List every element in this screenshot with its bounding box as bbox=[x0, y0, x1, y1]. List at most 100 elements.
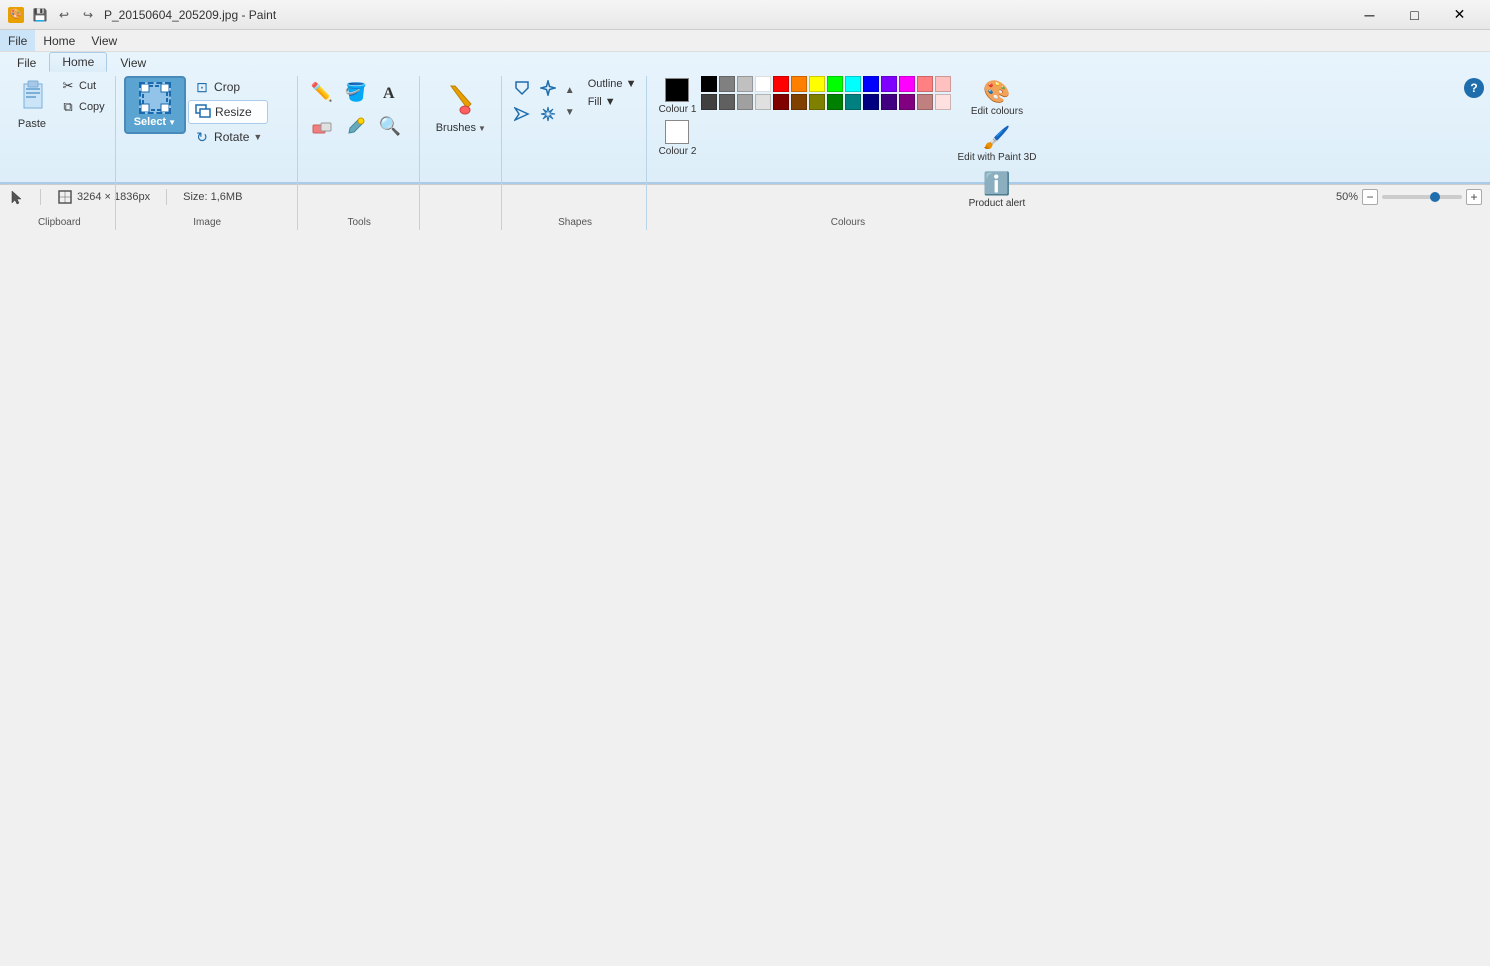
palette-maroon[interactable] bbox=[773, 94, 789, 110]
palette-dustyrose[interactable] bbox=[917, 94, 933, 110]
rotate-button[interactable]: ↻ Rotate ▼ bbox=[188, 126, 268, 148]
palette-magenta[interactable] bbox=[899, 76, 915, 92]
zoom-slider[interactable] bbox=[1382, 195, 1462, 199]
copy-icon: ⧉ bbox=[60, 99, 76, 115]
menu-file[interactable]: File bbox=[0, 30, 35, 51]
palette-black[interactable] bbox=[701, 76, 717, 92]
edit-paint3d-label: Edit with Paint 3D bbox=[957, 152, 1036, 163]
ribbon-content: Paste ✂ Cut ⧉ Copy Clipboard bbox=[0, 72, 1490, 230]
shapes-scroll-up[interactable]: ▲ bbox=[562, 80, 578, 100]
eraser-tool[interactable] bbox=[306, 110, 338, 142]
palette-red[interactable] bbox=[773, 76, 789, 92]
product-alert-label: Product alert bbox=[969, 198, 1026, 209]
resize-button[interactable]: Resize bbox=[188, 100, 268, 124]
tab-file[interactable]: File bbox=[4, 53, 49, 72]
paint-app-icon: 🎨 bbox=[8, 7, 24, 23]
palette-lightgray2[interactable] bbox=[737, 94, 753, 110]
brushes-group-content: Brushes ▼ bbox=[428, 76, 495, 230]
colour2-button[interactable]: Colour 2 bbox=[655, 118, 699, 158]
title-bar-left: 🎨 💾 ↩ ↪ P_20150604_205209.jpg - Paint bbox=[8, 6, 276, 24]
palette-indigo[interactable] bbox=[881, 94, 897, 110]
rotate-label: Rotate bbox=[214, 130, 249, 144]
shape-star4[interactable] bbox=[536, 76, 560, 100]
shapes-label: Shapes bbox=[504, 217, 647, 228]
palette-gray[interactable] bbox=[719, 76, 735, 92]
pencil-tool[interactable]: ✏️ bbox=[306, 76, 338, 108]
close-button[interactable]: ✕ bbox=[1437, 0, 1482, 30]
menu-view[interactable]: View bbox=[83, 30, 125, 51]
product-alert-button[interactable]: ℹ️ Product alert bbox=[953, 168, 1040, 212]
window-title: P_20150604_205209.jpg - Paint bbox=[104, 8, 276, 22]
color-buttons: Colour 1 Colour 2 bbox=[655, 76, 699, 158]
shapes-scroll-down[interactable]: ▼ bbox=[562, 102, 578, 122]
palette-orange[interactable] bbox=[791, 76, 807, 92]
resize-label: Resize bbox=[215, 105, 252, 119]
fill-tool[interactable]: 🪣 bbox=[340, 76, 372, 108]
brushes-button[interactable]: Brushes ▼ bbox=[428, 76, 494, 138]
edit-paint3d-button[interactable]: 🖌️ Edit with Paint 3D bbox=[953, 122, 1040, 166]
edit-colours-icon: 🎨 bbox=[983, 79, 1010, 105]
shapes-content: ▲ ▼ bbox=[510, 76, 578, 126]
maximize-button[interactable]: □ bbox=[1392, 0, 1437, 30]
palette-yellow[interactable] bbox=[809, 76, 825, 92]
palette-lightpink[interactable] bbox=[935, 76, 951, 92]
svg-text:A: A bbox=[383, 85, 395, 102]
clipboard-group-content: Paste ✂ Cut ⧉ Copy bbox=[10, 76, 109, 230]
outline-button[interactable]: Outline ▼ bbox=[584, 76, 641, 92]
palette-medgray[interactable] bbox=[719, 94, 735, 110]
tab-home[interactable]: Home bbox=[49, 52, 107, 72]
ribbon: File Home View Paste bbox=[0, 52, 1490, 184]
tab-view[interactable]: View bbox=[107, 53, 159, 72]
tools-label: Tools bbox=[300, 217, 419, 228]
palette-green[interactable] bbox=[827, 76, 843, 92]
paste-button[interactable]: Paste bbox=[10, 76, 54, 134]
palette-nearwhite[interactable] bbox=[755, 94, 771, 110]
select-button[interactable]: Select ▼ bbox=[124, 76, 186, 134]
menu-home[interactable]: Home bbox=[35, 30, 83, 51]
image-group: Select ▼ ⊡ Crop bbox=[118, 76, 298, 230]
minimize-button[interactable]: ─ bbox=[1347, 0, 1392, 30]
palette-blush[interactable] bbox=[935, 94, 951, 110]
palette-darkgray[interactable] bbox=[701, 94, 717, 110]
copy-button[interactable]: ⧉ Copy bbox=[56, 97, 109, 117]
redo-icon[interactable]: ↪ bbox=[78, 6, 98, 24]
rotate-arrow: ▼ bbox=[253, 132, 262, 142]
palette-darkgreen[interactable] bbox=[827, 94, 843, 110]
colors-group: Colour 1 Colour 2 bbox=[649, 76, 1046, 230]
clipboard-group: Paste ✂ Cut ⧉ Copy Clipboard bbox=[4, 76, 116, 230]
crop-button[interactable]: ⊡ Crop bbox=[188, 76, 268, 98]
palette-violet[interactable] bbox=[881, 76, 897, 92]
palette-pink[interactable] bbox=[917, 76, 933, 92]
shape-arrow-dl[interactable] bbox=[510, 76, 534, 100]
shape-arrow-dr[interactable] bbox=[510, 102, 534, 126]
palette-purple[interactable] bbox=[899, 94, 915, 110]
palette-white[interactable] bbox=[755, 76, 771, 92]
palette-olive[interactable] bbox=[809, 94, 825, 110]
image-group-content: Select ▼ ⊡ Crop bbox=[124, 76, 291, 230]
shapes-group-content: ▲ ▼ Outline ▼ Fill ▼ bbox=[510, 76, 641, 230]
undo-icon[interactable]: ↩ bbox=[54, 6, 74, 24]
palette-cyan[interactable] bbox=[845, 76, 861, 92]
edit-colours-button[interactable]: 🎨 Edit colours bbox=[953, 76, 1040, 120]
text-tool[interactable]: A bbox=[374, 76, 406, 108]
save-icon[interactable]: 💾 bbox=[30, 6, 50, 24]
palette-silver[interactable] bbox=[737, 76, 753, 92]
palette-brown[interactable] bbox=[791, 94, 807, 110]
fill-button[interactable]: Fill ▼ bbox=[584, 94, 641, 110]
cut-button[interactable]: ✂ Cut bbox=[56, 76, 109, 96]
colour1-button[interactable]: Colour 1 bbox=[655, 76, 699, 116]
palette-blue[interactable] bbox=[863, 76, 879, 92]
magnify-tool[interactable]: 🔍 bbox=[374, 110, 406, 142]
color-palette bbox=[701, 76, 951, 110]
shape-burst[interactable] bbox=[536, 102, 560, 126]
color-picker-tool[interactable] bbox=[340, 110, 372, 142]
image-group-label: Image bbox=[118, 217, 297, 228]
edit-colors-col: 🎨 Edit colours 🖌️ Edit with Paint 3D ℹ️ … bbox=[953, 76, 1040, 212]
palette-navy[interactable] bbox=[863, 94, 879, 110]
shape-row-2 bbox=[510, 102, 560, 126]
paste-label: Paste bbox=[18, 118, 46, 130]
edit-paint3d-icon: 🖌️ bbox=[983, 125, 1010, 151]
palette-teal[interactable] bbox=[845, 94, 861, 110]
help-button[interactable]: ? bbox=[1464, 78, 1484, 98]
window-controls: ─ □ ✕ bbox=[1347, 0, 1482, 30]
